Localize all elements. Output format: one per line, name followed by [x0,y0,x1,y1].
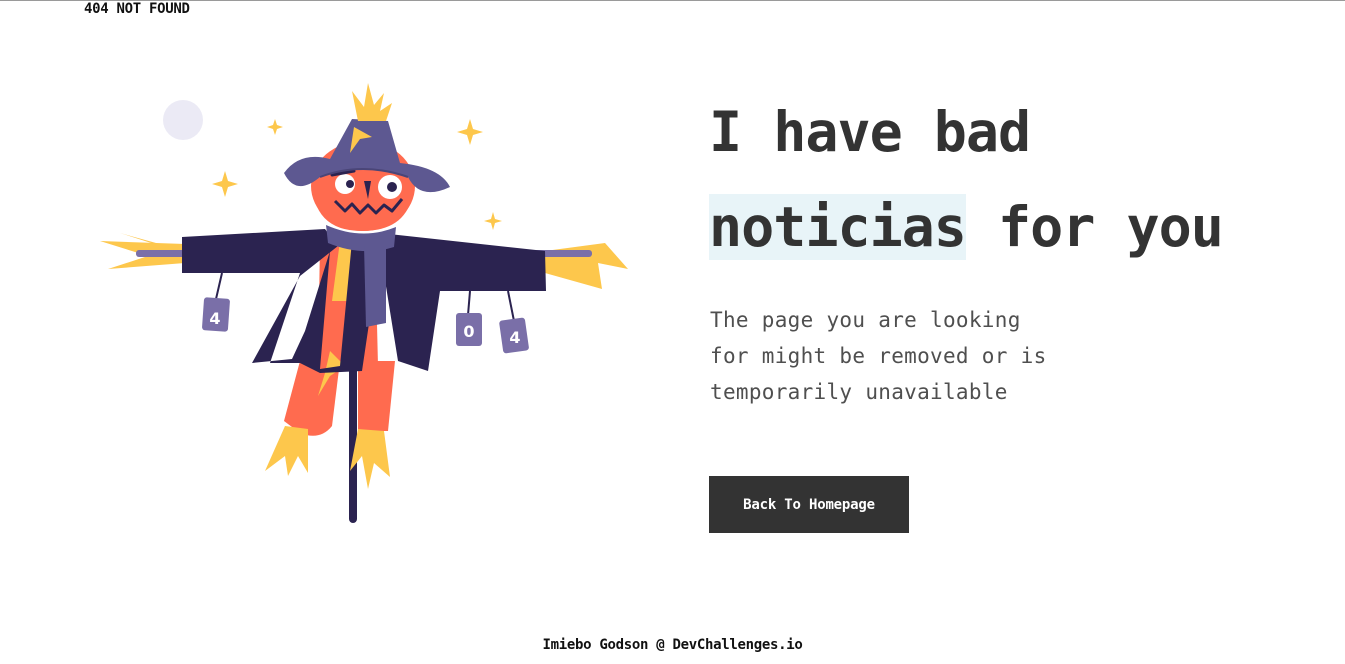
back-to-homepage-button[interactable]: Back To Homepage [709,476,909,533]
description: The page you are looking for might be re… [710,308,1047,404]
can-right-label: 4 [509,328,520,347]
scarf-tail [364,245,386,327]
headline-rest: for you [965,195,1224,259]
can-middle: 0 [456,313,482,346]
right-hand-straw [545,243,628,289]
right-leg [358,361,395,431]
left-foot-straw [265,426,308,476]
headline-line1: I have bad [709,100,1031,164]
headline-highlight: noticias [709,194,967,260]
can-middle-label: 0 [463,322,474,341]
moon-icon [163,100,203,140]
headline: I have bad noticias for you [709,85,1224,275]
can-left-label: 4 [209,309,220,328]
footer-credit: Imiebo Godson @ DevChallenges.io [542,637,803,653]
can-left: 4 [202,297,230,332]
page-status-label: 404 NOT FOUND [84,1,190,17]
hat-straw [352,83,392,121]
scarecrow-illustration: 4 0 4 [100,83,628,523]
can-right: 4 [499,317,529,354]
